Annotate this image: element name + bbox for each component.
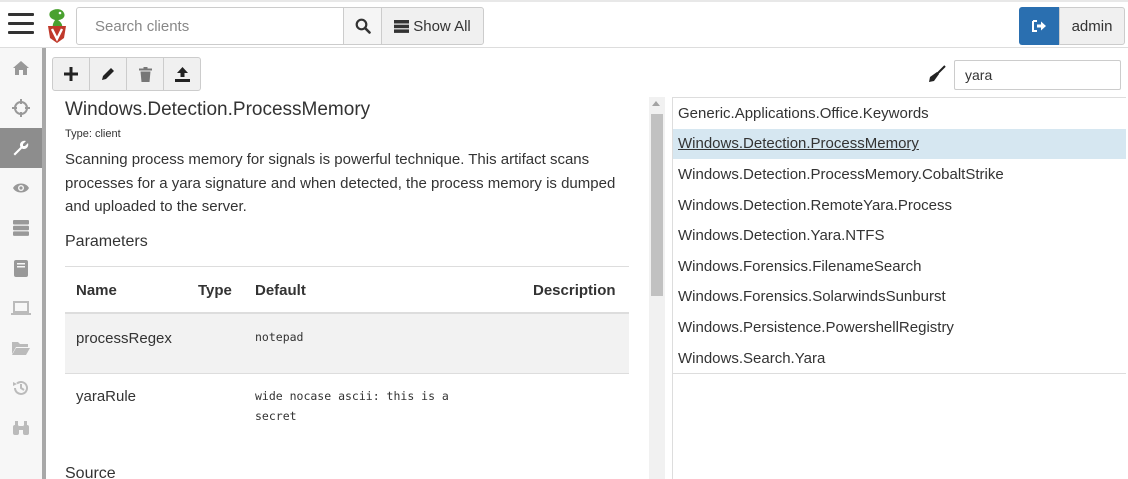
artifact-details-panel: Windows.Detection.ProcessMemory Type: cl… — [50, 96, 650, 479]
crosshairs-icon — [12, 99, 30, 117]
sidebar-item-view[interactable] — [0, 168, 42, 208]
sidebar — [0, 48, 46, 479]
menu-toggle-icon[interactable] — [8, 13, 34, 37]
username-label: admin — [1071, 17, 1113, 35]
result-item-selected[interactable]: Windows.Detection.ProcessMemory — [673, 128, 1126, 160]
server-icon — [394, 19, 410, 33]
laptop-icon — [11, 300, 31, 315]
show-all-button[interactable]: Show All — [381, 7, 484, 45]
sidebar-item-hunt-search[interactable] — [0, 408, 42, 448]
scroll-up-arrow[interactable] — [652, 101, 660, 106]
sidebar-item-files[interactable] — [0, 328, 42, 368]
param-name: yaraRule — [76, 388, 137, 405]
result-item[interactable]: Windows.Forensics.FilenameSearch — [673, 251, 1126, 282]
plus-icon — [64, 67, 78, 81]
edit-artifact-button[interactable] — [89, 57, 127, 91]
trash-icon — [138, 66, 152, 82]
sidebar-item-artifacts[interactable] — [0, 128, 42, 168]
param-name: processRegex — [76, 330, 172, 347]
search-button[interactable] — [343, 7, 382, 45]
result-item[interactable]: Windows.Detection.Yara.NTFS — [673, 220, 1126, 251]
scrollbar-thumb[interactable] — [651, 114, 663, 296]
delete-artifact-button[interactable] — [126, 57, 164, 91]
user-menu-button[interactable]: admin — [1059, 7, 1125, 45]
broom-icon — [928, 65, 946, 83]
column-header-name: Name — [76, 282, 117, 299]
sidebar-item-clients[interactable] — [0, 288, 42, 328]
column-header-type: Type — [198, 282, 232, 299]
home-icon — [13, 61, 29, 75]
search-clients-input[interactable] — [76, 7, 344, 45]
show-all-label: Show All — [413, 17, 471, 35]
param-default: wide nocase ascii: this is a secret — [255, 389, 456, 423]
artifact-description: Scanning process memory for signals is p… — [65, 151, 616, 215]
sidebar-item-history[interactable] — [0, 368, 42, 408]
artifact-search-results: Generic.Applications.Office.Keywords Win… — [672, 97, 1126, 375]
result-item[interactable]: Windows.Detection.RemoteYara.Process — [673, 190, 1126, 221]
binoculars-icon — [13, 421, 29, 435]
table-row: yaraRule wide nocase ascii: this is a se… — [65, 374, 629, 454]
table-row: processRegex notepad — [65, 314, 629, 374]
result-item[interactable]: Windows.Search.Yara — [673, 343, 1126, 374]
result-item[interactable]: Generic.Applications.Office.Keywords — [673, 98, 1126, 129]
sign-out-icon — [1031, 20, 1046, 32]
sidebar-item-home[interactable] — [0, 48, 42, 88]
param-default: notepad — [255, 330, 304, 344]
eye-icon — [13, 183, 29, 193]
folder-open-icon — [12, 342, 30, 355]
sidebar-item-hunt[interactable] — [0, 88, 42, 128]
parameters-heading: Parameters — [65, 233, 148, 250]
result-item[interactable]: Windows.Persistence.PowershellRegistry — [673, 312, 1126, 343]
sidebar-item-server[interactable] — [0, 208, 42, 248]
artifact-type: Type: client — [65, 128, 121, 140]
search-icon — [355, 18, 371, 34]
result-item[interactable]: Windows.Forensics.SolarwindsSunburst — [673, 282, 1126, 313]
upload-artifact-button[interactable] — [163, 57, 201, 91]
history-icon — [13, 380, 28, 395]
add-artifact-button[interactable] — [52, 57, 90, 91]
top-navbar: Show All admin — [0, 0, 1128, 48]
artifact-title: Windows.Detection.ProcessMemory — [65, 99, 371, 120]
result-item[interactable]: Windows.Detection.ProcessMemory.CobaltSt… — [673, 159, 1126, 190]
artifact-toolbar — [52, 57, 201, 91]
table-header: Name Type Default Description — [65, 267, 629, 314]
source-heading: Source — [65, 465, 116, 479]
wrench-icon — [13, 140, 29, 156]
parameters-table: Name Type Default Description processReg… — [65, 266, 629, 454]
book-icon — [14, 259, 28, 277]
server-icon — [13, 220, 29, 236]
pencil-icon — [102, 68, 114, 80]
column-header-default: Default — [255, 282, 306, 299]
artifact-filter-input[interactable] — [954, 60, 1121, 90]
column-header-description: Description — [533, 282, 616, 299]
sidebar-item-notebooks[interactable] — [0, 248, 42, 288]
velociraptor-logo[interactable] — [44, 8, 70, 44]
panel-divider — [672, 373, 673, 479]
upload-icon — [174, 66, 190, 82]
logout-button[interactable] — [1019, 7, 1059, 45]
